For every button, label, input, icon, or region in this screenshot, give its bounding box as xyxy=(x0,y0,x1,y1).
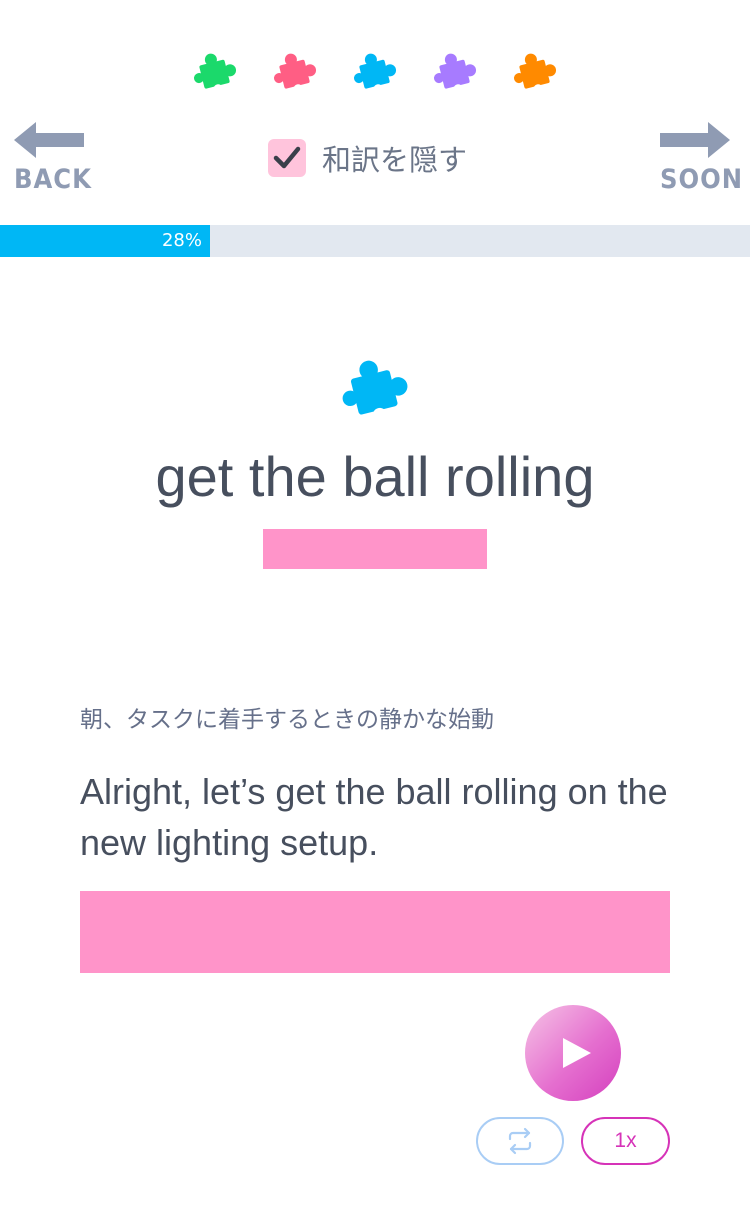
soon-button[interactable]: SOON xyxy=(660,122,744,202)
puzzle-progress-row xyxy=(0,48,750,98)
check-icon xyxy=(273,146,301,169)
progress-percent: 28% xyxy=(161,230,202,251)
example-sentence: Alright, let’s get the ball rolling on t… xyxy=(80,771,668,863)
puzzle-piece-icon xyxy=(191,48,239,96)
puzzle-piece-icon xyxy=(431,48,479,96)
arrow-left-icon xyxy=(14,122,84,158)
soon-label: SOON xyxy=(660,164,744,195)
translation-cover[interactable] xyxy=(80,891,670,973)
hide-translation-checkbox[interactable] xyxy=(268,139,306,177)
back-button[interactable]: BACK xyxy=(14,122,94,202)
puzzle-piece-icon xyxy=(511,48,559,96)
puzzle-piece-icon xyxy=(351,48,399,96)
puzzle-piece-icon xyxy=(338,352,412,426)
back-label: BACK xyxy=(14,164,92,195)
phrase-title: get the ball rolling xyxy=(155,445,595,508)
hide-translation-label: 和訳を隠す xyxy=(322,143,468,177)
hide-translation-toggle[interactable]: 和訳を隠す xyxy=(268,137,467,179)
repeat-icon xyxy=(508,1127,532,1155)
meaning-cover[interactable] xyxy=(263,529,487,569)
progress-fill: 28% xyxy=(0,225,210,257)
speed-button[interactable]: 1x xyxy=(581,1117,670,1165)
japanese-caption: 朝、タスクに着手するときの静かな始動 xyxy=(80,707,494,733)
play-icon xyxy=(562,1038,591,1068)
repeat-button[interactable] xyxy=(476,1117,564,1165)
puzzle-piece-icon xyxy=(271,48,319,96)
arrow-right-icon xyxy=(660,122,730,158)
progress-bar: 28% xyxy=(0,225,750,257)
play-button[interactable] xyxy=(525,1005,621,1101)
